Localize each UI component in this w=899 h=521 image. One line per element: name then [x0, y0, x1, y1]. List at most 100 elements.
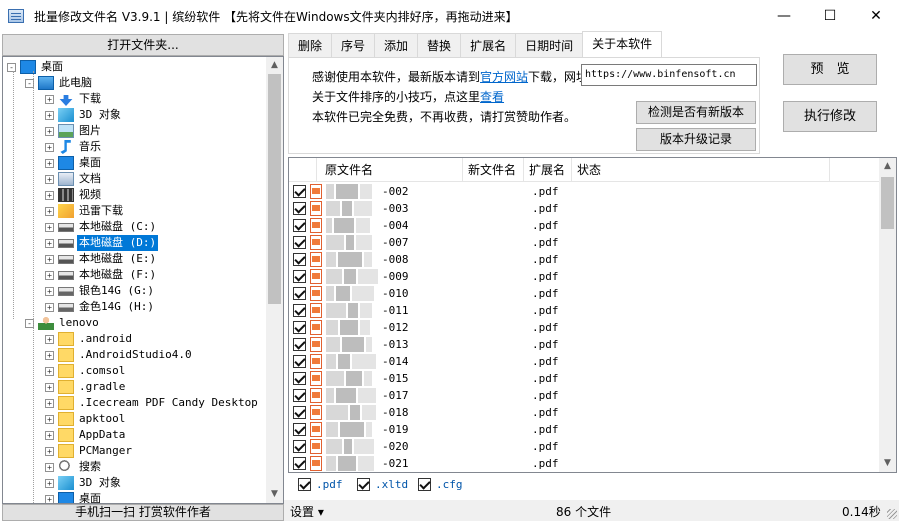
- resize-grip-icon[interactable]: [887, 509, 897, 519]
- expand-icon[interactable]: +: [45, 398, 54, 408]
- folder-tree[interactable]: ▲ ▼ - 桌面 - 此电脑 + 下载 +3D 对象 + 图片 + 音乐 + 桌面 + 文档 + 视频 + 迅雷下载…: [2, 56, 284, 504]
- filter-cfg[interactable]: .cfg: [418, 478, 463, 491]
- table-row[interactable]: -009 .pdf: [289, 268, 879, 285]
- tree-item[interactable]: + PCManger: [45, 443, 134, 459]
- column-new-name[interactable]: 新文件名: [463, 158, 524, 182]
- tree-item[interactable]: + 文档: [45, 171, 103, 187]
- file-list[interactable]: 原文件名 新文件名 扩展名 状态 -002 .pdf -003 .pdf -004 .pd…: [288, 157, 897, 473]
- table-row[interactable]: -002 .pdf: [289, 183, 879, 200]
- tab-datetime[interactable]: 日期时间: [515, 33, 584, 57]
- tree-item[interactable]: + 搜索: [45, 459, 103, 475]
- expand-icon[interactable]: +: [45, 446, 54, 456]
- tab-replace[interactable]: 替换: [417, 33, 462, 57]
- row-checkbox[interactable]: [293, 202, 306, 215]
- expand-icon[interactable]: +: [45, 478, 54, 488]
- row-checkbox[interactable]: [293, 372, 306, 385]
- expand-icon[interactable]: +: [45, 302, 54, 312]
- table-row[interactable]: -013 .pdf: [289, 336, 879, 353]
- maximize-button[interactable]: ☐: [807, 0, 853, 32]
- table-row[interactable]: -021 .pdf: [289, 455, 879, 472]
- column-original-name[interactable]: 原文件名: [317, 158, 463, 182]
- expand-icon[interactable]: +: [45, 350, 54, 360]
- expand-icon[interactable]: +: [45, 366, 54, 376]
- expand-icon[interactable]: +: [45, 94, 54, 104]
- expand-icon[interactable]: +: [45, 286, 54, 296]
- expand-icon[interactable]: +: [45, 382, 54, 392]
- tab-sequence[interactable]: 序号: [331, 33, 376, 57]
- tree-item[interactable]: - 此电脑: [25, 75, 94, 91]
- row-checkbox[interactable]: [293, 253, 306, 266]
- row-checkbox[interactable]: [293, 406, 306, 419]
- table-row[interactable]: -018 .pdf: [289, 404, 879, 421]
- row-checkbox[interactable]: [293, 236, 306, 249]
- row-checkbox[interactable]: [293, 355, 306, 368]
- expand-icon[interactable]: +: [45, 126, 54, 136]
- tree-item[interactable]: + apktool: [45, 411, 127, 427]
- tree-item[interactable]: + 银色14G (G:): [45, 283, 156, 299]
- scroll-down-icon[interactable]: ▼: [266, 486, 283, 503]
- scroll-up-icon[interactable]: ▲: [879, 158, 896, 175]
- row-checkbox[interactable]: [293, 287, 306, 300]
- official-site-link[interactable]: 官方网站: [480, 70, 528, 84]
- view-tips-link[interactable]: 查看: [480, 90, 504, 104]
- tree-item[interactable]: + AppData: [45, 427, 127, 443]
- column-extension[interactable]: 扩展名: [524, 158, 572, 182]
- check-update-button[interactable]: 检测是否有新版本: [636, 101, 756, 124]
- filter-xltd[interactable]: .xltd: [357, 478, 408, 491]
- row-checkbox[interactable]: [293, 457, 306, 470]
- table-row[interactable]: -011 .pdf: [289, 302, 879, 319]
- row-checkbox[interactable]: [293, 338, 306, 351]
- column-status[interactable]: 状态: [572, 158, 830, 182]
- tree-item[interactable]: + 桌面: [45, 155, 103, 171]
- expand-icon[interactable]: +: [45, 430, 54, 440]
- expand-icon[interactable]: +: [45, 158, 54, 168]
- tree-item[interactable]: + 音乐: [45, 139, 103, 155]
- expand-icon[interactable]: +: [45, 462, 54, 472]
- tree-item[interactable]: + 本地磁盘 (F:): [45, 267, 158, 283]
- table-row[interactable]: -017 .pdf: [289, 387, 879, 404]
- tab-extension[interactable]: 扩展名: [460, 33, 517, 57]
- scroll-up-icon[interactable]: ▲: [266, 57, 283, 74]
- scroll-down-icon[interactable]: ▼: [879, 455, 896, 472]
- settings-menu[interactable]: 设置 ▾: [290, 503, 324, 520]
- table-row[interactable]: -003 .pdf: [289, 200, 879, 217]
- expand-icon[interactable]: +: [45, 238, 54, 248]
- row-checkbox[interactable]: [293, 219, 306, 232]
- expand-icon[interactable]: +: [45, 270, 54, 280]
- tab-about[interactable]: 关于本软件: [582, 31, 663, 57]
- expand-icon[interactable]: +: [45, 190, 54, 200]
- expand-icon[interactable]: +: [45, 110, 54, 120]
- row-checkbox[interactable]: [293, 321, 306, 334]
- tree-item[interactable]: +3D 对象: [45, 107, 123, 123]
- expand-icon[interactable]: +: [45, 142, 54, 152]
- execute-button[interactable]: 执行修改: [783, 101, 877, 132]
- table-row[interactable]: -019 .pdf: [289, 421, 879, 438]
- table-row[interactable]: -008 .pdf: [289, 251, 879, 268]
- tree-item[interactable]: + .AndroidStudio4.0: [45, 347, 194, 363]
- tab-delete[interactable]: 删除: [288, 33, 333, 57]
- table-row[interactable]: -007 .pdf: [289, 234, 879, 251]
- table-row[interactable]: -012 .pdf: [289, 319, 879, 336]
- tree-item[interactable]: + 本地磁盘 (E:): [45, 251, 158, 267]
- tree-item[interactable]: + 下载: [45, 91, 103, 107]
- expand-icon[interactable]: +: [45, 222, 54, 232]
- filter-pdf[interactable]: .pdf: [298, 478, 343, 491]
- table-row[interactable]: -004 .pdf: [289, 217, 879, 234]
- tree-scrollbar[interactable]: ▲ ▼: [266, 57, 283, 503]
- expand-icon[interactable]: +: [45, 494, 54, 503]
- preview-button[interactable]: 预 览: [783, 54, 877, 85]
- open-folder-button[interactable]: 打开文件夹...: [2, 34, 284, 56]
- expand-icon[interactable]: +: [45, 206, 54, 216]
- tree-item[interactable]: + .Icecream PDF Candy Desktop: [45, 395, 260, 411]
- collapse-icon[interactable]: -: [7, 62, 16, 72]
- table-row[interactable]: -015 .pdf: [289, 370, 879, 387]
- close-button[interactable]: ✕: [853, 0, 899, 32]
- tree-item[interactable]: + .comsol: [45, 363, 127, 379]
- row-checkbox[interactable]: [293, 185, 306, 198]
- expand-icon[interactable]: +: [45, 414, 54, 424]
- row-checkbox[interactable]: [293, 389, 306, 402]
- tree-item[interactable]: - 桌面: [7, 59, 65, 75]
- row-checkbox[interactable]: [293, 270, 306, 283]
- table-row[interactable]: -020 .pdf: [289, 438, 879, 455]
- filter-cfg-checkbox[interactable]: [418, 478, 431, 491]
